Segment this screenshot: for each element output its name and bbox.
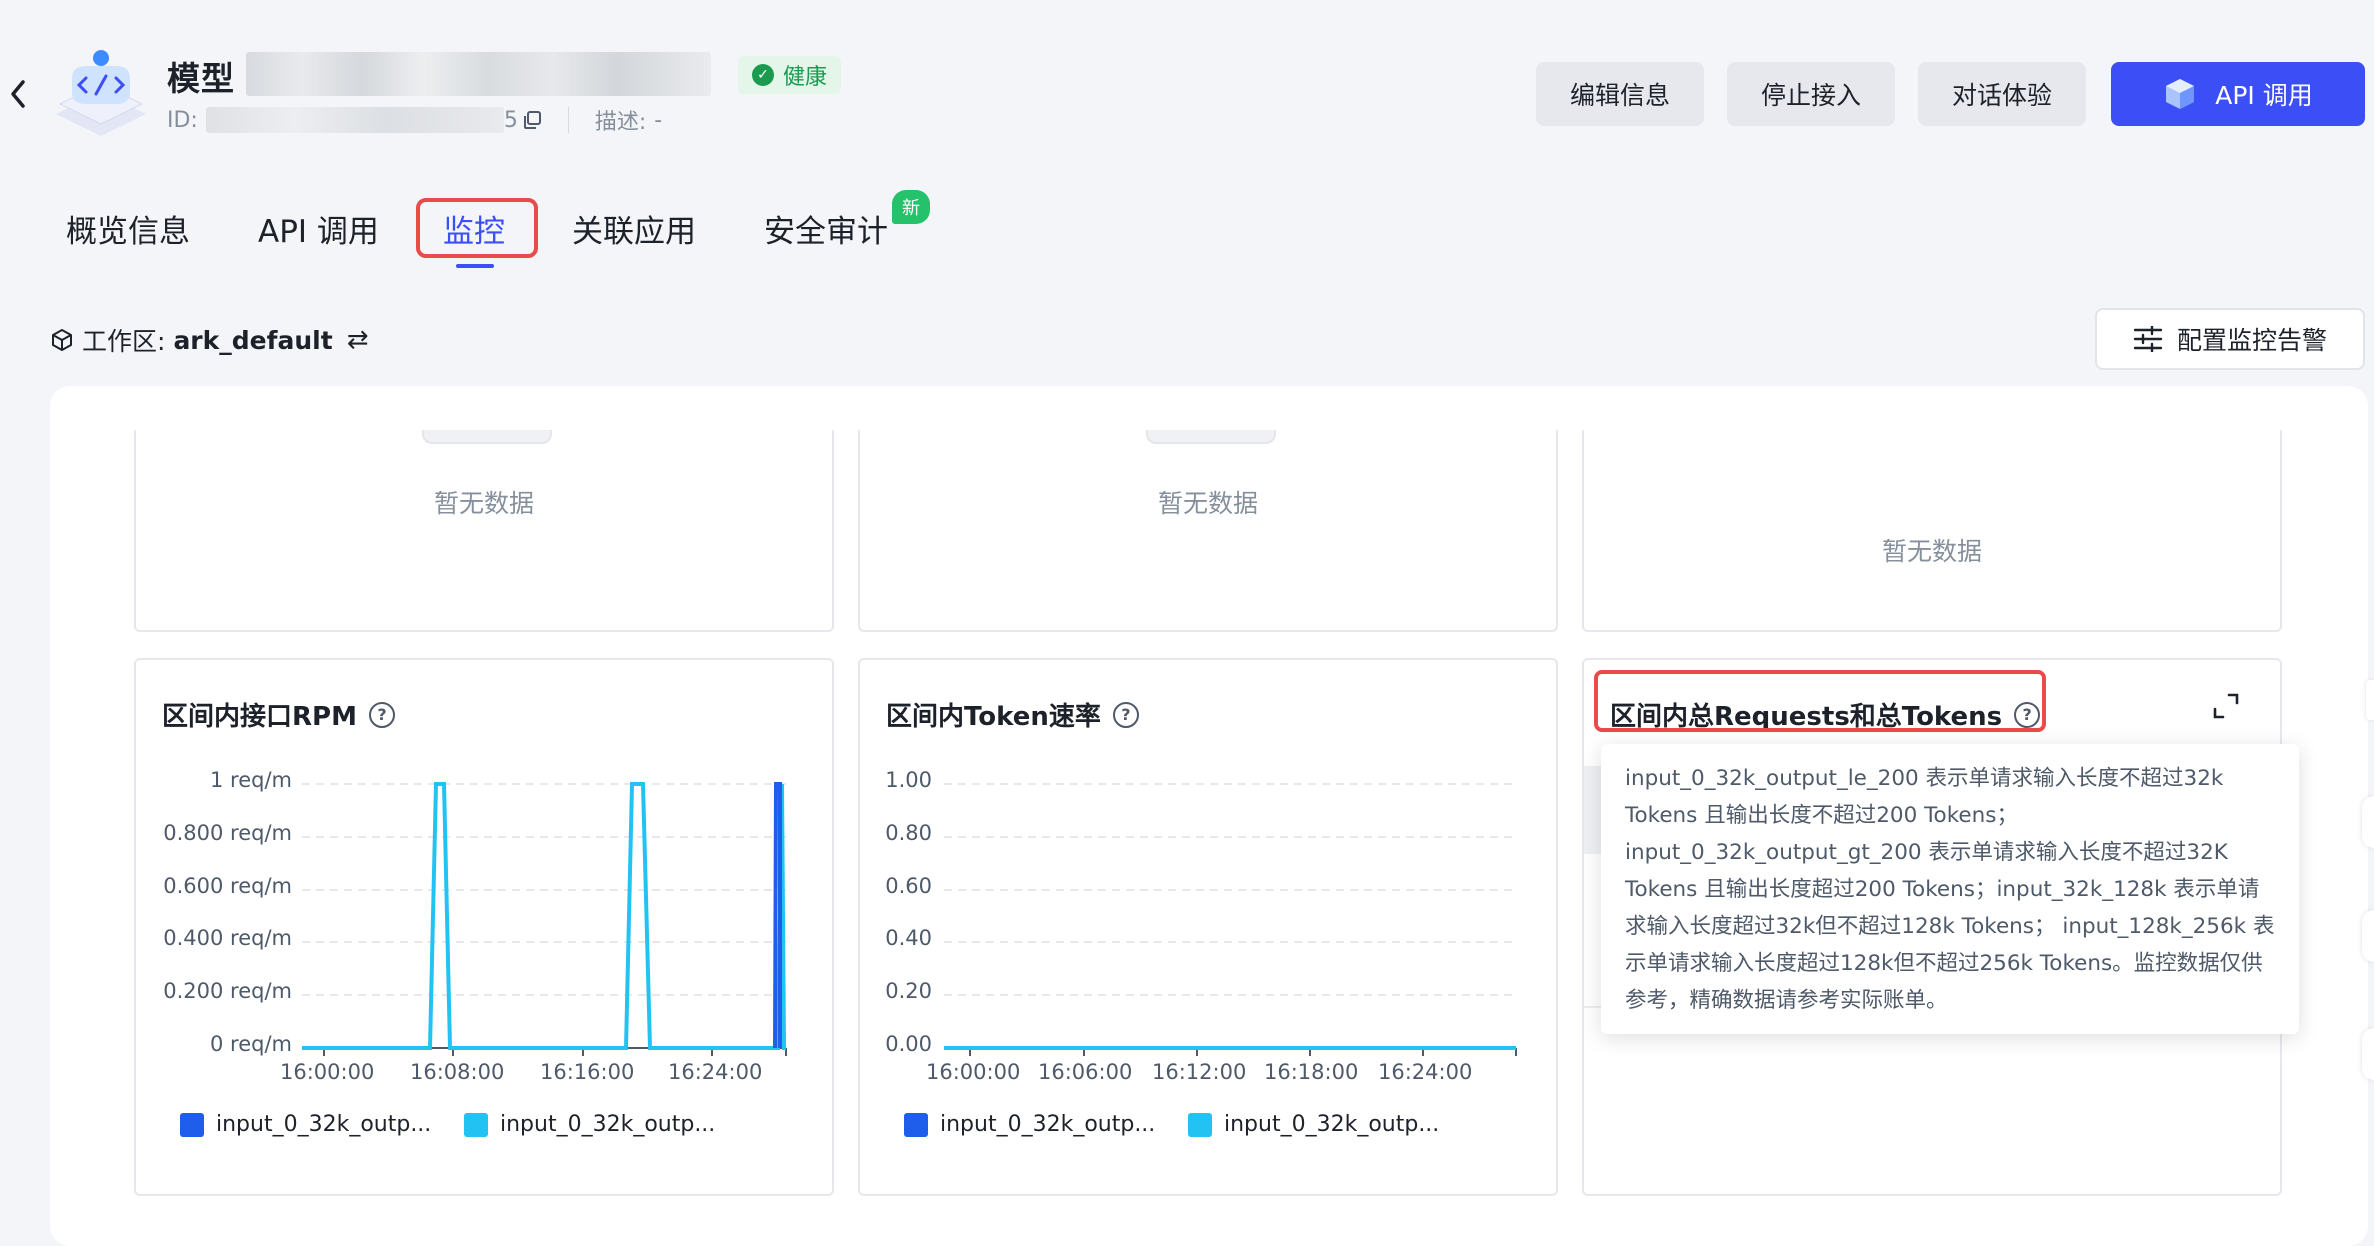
- redacted-model-name: [246, 52, 711, 96]
- metric-card-top-1: 暂无数据: [134, 430, 834, 632]
- x-tick: 16:12:00: [1152, 1060, 1247, 1084]
- help-tooltip: input_0_32k_output_le_200 表示单请求输入长度不超过32…: [1601, 744, 2299, 1034]
- sliders-icon: [2133, 326, 2163, 352]
- workspace-value: ark_default: [173, 325, 333, 355]
- x-tick: 16:00:00: [280, 1060, 375, 1084]
- chevron-left-icon: [11, 80, 25, 108]
- divider: [567, 107, 569, 133]
- api-call-button[interactable]: API 调用: [2111, 62, 2365, 126]
- token-title-row: 区间内Token速率 ?: [886, 696, 1139, 733]
- status-badge: ✓ 健康: [738, 56, 842, 94]
- help-icon[interactable]: ?: [1112, 701, 1139, 728]
- empty-text: 暂无数据: [434, 489, 535, 518]
- legend-swatch: [464, 1112, 488, 1137]
- desc-label: 描述:: [594, 110, 647, 135]
- side-handle[interactable]: [2366, 680, 2374, 720]
- id-label: ID:: [167, 107, 198, 133]
- legend-item-2[interactable]: input_0_32k_outp...: [1188, 1112, 1439, 1137]
- tab-overview[interactable]: 概览信息: [66, 206, 190, 251]
- y-tick: 0.80: [885, 821, 932, 845]
- x-tick: 16:16:00: [540, 1060, 635, 1084]
- y-tick: 1.00: [885, 768, 932, 792]
- y-tick: 1 req/m: [210, 768, 292, 792]
- chat-experience-button[interactable]: 对话体验: [1918, 62, 2086, 126]
- y-tick: 0.60: [885, 874, 932, 898]
- x-tick: 16:06:00: [1038, 1060, 1133, 1084]
- configure-alarm-label: 配置监控告警: [2176, 326, 2327, 355]
- legend-swatch: [904, 1112, 928, 1137]
- model-meta: ID: 5 描述: -: [167, 104, 662, 136]
- switch-icon[interactable]: ⇄: [347, 325, 369, 355]
- legend-label: input_0_32k_outp...: [216, 1112, 432, 1137]
- metric-card-top-3: 暂无数据: [1582, 430, 2282, 632]
- tab-api[interactable]: API 调用: [258, 206, 379, 251]
- token-rate-title: 区间内Token速率: [886, 702, 1101, 732]
- y-tick: 0.00: [885, 1032, 932, 1056]
- stop-access-button[interactable]: 停止接入: [1727, 62, 1895, 126]
- token-rate-chart: [944, 783, 1517, 1056]
- edit-info-button[interactable]: 编辑信息: [1536, 62, 1704, 126]
- id-suffix: 5: [503, 107, 518, 133]
- legend-label: input_0_32k_outp...: [1224, 1112, 1440, 1137]
- y-tick: 0.20: [885, 979, 932, 1003]
- legend-label: input_0_32k_outp...: [500, 1112, 716, 1137]
- workspace-selector[interactable]: 工作区: ark_default ⇄: [50, 322, 368, 358]
- legend-item-1[interactable]: input_0_32k_outp...: [180, 1112, 431, 1137]
- y-tick: 0.40: [885, 926, 932, 950]
- check-icon: ✓: [752, 64, 774, 86]
- help-icon[interactable]: ?: [368, 701, 395, 728]
- model-logo: [52, 48, 150, 136]
- y-tick: 0.200 req/m: [163, 979, 292, 1003]
- desc-value: -: [654, 107, 663, 133]
- tab-active-underline: [456, 264, 494, 268]
- legend-item-2[interactable]: input_0_32k_outp...: [464, 1112, 715, 1137]
- legend-swatch: [1188, 1112, 1212, 1137]
- cube-outline-icon: [52, 329, 72, 351]
- y-tick: 0.400 req/m: [163, 926, 292, 950]
- x-tick: 16:18:00: [1264, 1060, 1359, 1084]
- status-text: 健康: [783, 65, 828, 90]
- workspace-label: 工作区:: [82, 327, 166, 356]
- side-handle[interactable]: [2362, 1028, 2374, 1080]
- x-tick: 16:24:00: [668, 1060, 763, 1084]
- metric-card-top-2: 暂无数据: [858, 430, 1558, 632]
- rpm-card: 区间内接口RPM ? 1 req/m 0.800 req/m 0.600 req…: [134, 658, 834, 1196]
- new-badge: 新: [892, 190, 930, 224]
- y-tick: 0 req/m: [210, 1032, 292, 1056]
- legend-swatch: [180, 1112, 204, 1137]
- empty-text: 暂无数据: [1882, 537, 1983, 566]
- tab-security-audit[interactable]: 安全审计: [764, 206, 888, 251]
- redacted-id: [205, 107, 504, 133]
- rpm-title: 区间内接口RPM: [162, 702, 357, 732]
- tab-linked-apps[interactable]: 关联应用: [572, 206, 696, 251]
- cube-icon: [2166, 79, 2195, 109]
- rpm-chart: [302, 782, 787, 1056]
- token-rate-card: 区间内Token速率 ? 1.00 0.80 0.60 0.40 0.20 0.…: [858, 658, 1558, 1196]
- card-stub: [1146, 430, 1276, 444]
- copy-icon[interactable]: [522, 110, 542, 130]
- configure-alarm-button[interactable]: 配置监控告警: [2095, 308, 2365, 370]
- title-highlight-box: [1594, 670, 2046, 732]
- api-call-label: API 调用: [2215, 81, 2313, 110]
- rpm-title-row: 区间内接口RPM ?: [162, 696, 395, 733]
- model-title: 模型: [167, 59, 235, 98]
- back-button[interactable]: [4, 72, 32, 116]
- y-tick: 0.800 req/m: [163, 821, 292, 845]
- legend-item-1[interactable]: input_0_32k_outp...: [904, 1112, 1155, 1137]
- x-tick: 16:08:00: [410, 1060, 505, 1084]
- legend-label: input_0_32k_outp...: [940, 1112, 1156, 1137]
- expand-icon[interactable]: [2212, 692, 2240, 720]
- side-handle[interactable]: [2362, 796, 2374, 848]
- x-tick: 16:00:00: [926, 1060, 1021, 1084]
- y-tick: 0.600 req/m: [163, 874, 292, 898]
- card-stub: [422, 430, 552, 444]
- empty-text: 暂无数据: [1158, 489, 1259, 518]
- series-line-2: [302, 782, 786, 1050]
- x-tick: 16:24:00: [1378, 1060, 1473, 1084]
- tab-highlight-box: [416, 198, 538, 258]
- side-handle[interactable]: [2362, 910, 2374, 962]
